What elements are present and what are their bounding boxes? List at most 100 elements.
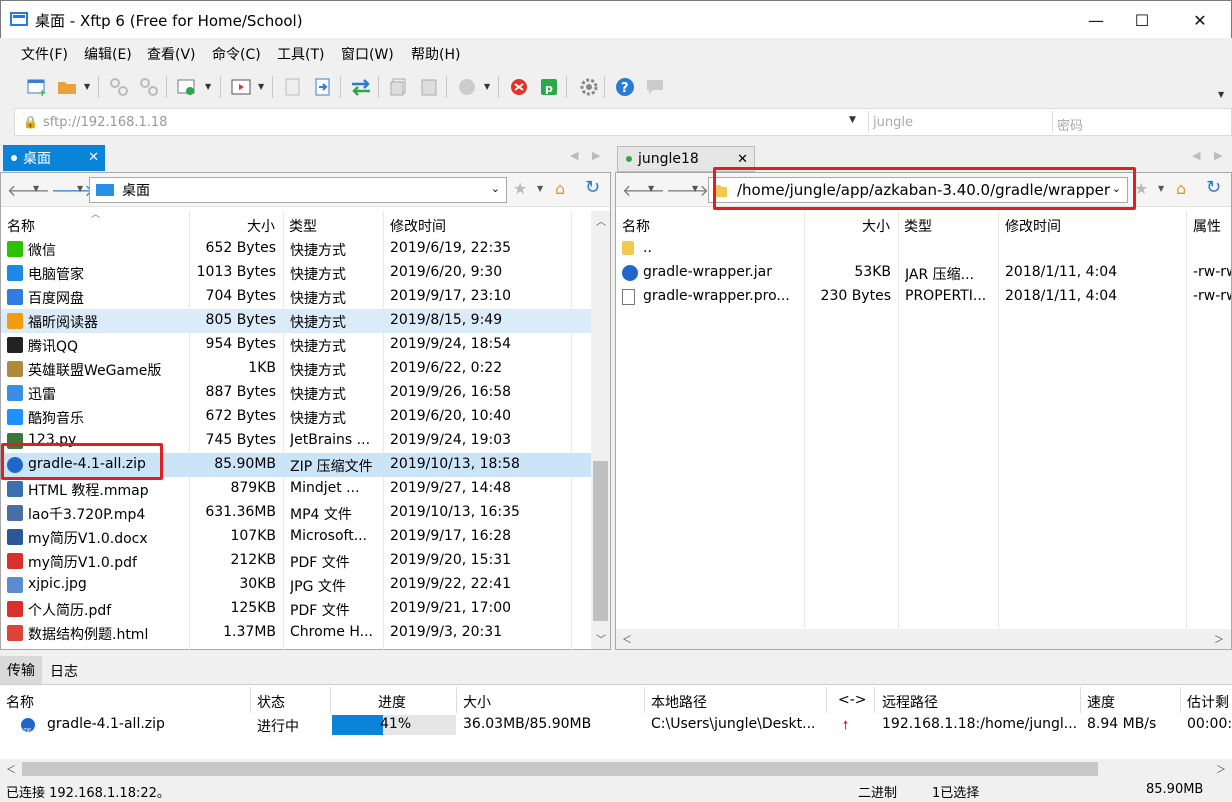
username-input[interactable]: jungle — [873, 115, 913, 130]
column-size[interactable]: 大小 — [247, 216, 275, 236]
download-icon[interactable] — [312, 76, 334, 98]
file-row[interactable]: xjpic.jpg 30KB JPG 文件 2019/9/22, 22:41 — [1, 573, 591, 597]
menu-help[interactable]: 帮助(H) — [411, 44, 460, 64]
tcol-local[interactable]: 本地路径 — [651, 692, 707, 712]
menu-window[interactable]: 窗口(W) — [341, 44, 394, 64]
close-button[interactable]: ✕ — [1177, 1, 1223, 39]
globe-icon[interactable] — [456, 76, 478, 98]
scroll-right-icon[interactable]: ＞ — [1214, 631, 1224, 646]
home-folder-icon[interactable]: ⌂ — [1176, 179, 1186, 198]
connect-icon[interactable] — [108, 76, 130, 98]
tab-log[interactable]: 日志 — [50, 661, 78, 681]
file-row[interactable]: 个人简历.pdf 125KB PDF 文件 2019/9/21, 17:00 — [1, 597, 591, 621]
menu-tools[interactable]: 工具(T) — [277, 44, 324, 64]
file-row[interactable]: .. — [616, 237, 1231, 261]
chevron-down-icon[interactable]: ▼ — [258, 82, 264, 91]
back-arrow-icon[interactable]: 🡐 — [7, 180, 50, 200]
scroll-thumb[interactable] — [22, 762, 1098, 776]
paste-icon[interactable] — [418, 76, 440, 98]
terminal-icon[interactable] — [230, 76, 252, 98]
chevron-down-icon[interactable]: ▼ — [849, 115, 856, 125]
host-input[interactable]: sftp://192.168.1.18 — [43, 115, 167, 130]
file-row[interactable]: 数据结构例题.html 1.37MB Chrome H... 2019/9/3, 20… — [1, 621, 591, 645]
chevron-down-icon[interactable]: ▼ — [33, 184, 39, 193]
tab-scroll-right-icon[interactable]: ▶ — [1214, 149, 1222, 162]
xshell-icon[interactable] — [508, 76, 530, 98]
file-row[interactable]: 酷狗音乐 672 Bytes 快捷方式 2019/6/20, 10:40 — [1, 405, 591, 429]
file-row[interactable]: 福昕阅读器 805 Bytes 快捷方式 2019/8/15, 9:49 — [1, 309, 591, 333]
open-folder-icon[interactable] — [56, 76, 78, 98]
sync-icon[interactable] — [350, 76, 372, 98]
file-row[interactable]: HTML 教程.mmap 879KB Mindjet ... 2019/9/27, 1… — [1, 477, 591, 501]
transfer-h-scrollbar[interactable]: ＜ ＞ — [0, 759, 1232, 779]
file-row[interactable]: gradle-wrapper.jar 53KB JAR 压缩... 2018/1/11… — [616, 261, 1231, 285]
scroll-left-icon[interactable]: ＜ — [6, 761, 16, 776]
tab-local-desktop[interactable]: 桌面 ✕ — [3, 145, 105, 171]
menu-command[interactable]: 命令(C) — [212, 44, 261, 64]
column-type[interactable]: 类型 — [904, 216, 932, 236]
tcol-progress[interactable]: 进度 — [378, 692, 406, 712]
copy-icon[interactable] — [388, 76, 410, 98]
scroll-left-icon[interactable]: ＜ — [622, 631, 632, 646]
chevron-down-icon[interactable]: ▼ — [77, 184, 83, 193]
file-row[interactable]: 电脑管家 1013 Bytes 快捷方式 2019/6/20, 9:30 — [1, 261, 591, 285]
favorite-star-icon[interactable]: ★ — [513, 179, 527, 198]
chevron-down-icon[interactable]: ⌄ — [491, 182, 500, 195]
tab-scroll-right-icon[interactable]: ▶ — [592, 149, 600, 162]
tcol-eta[interactable]: 估计剩 — [1187, 692, 1229, 712]
tcol-direction[interactable]: <-> — [838, 692, 867, 708]
maximize-button[interactable]: ☐ — [1119, 1, 1165, 39]
menu-edit[interactable]: 编辑(E) — [84, 44, 132, 64]
local-scrollbar[interactable]: ︿ ﹀ — [591, 211, 610, 649]
column-type[interactable]: 类型 — [289, 216, 317, 236]
file-row[interactable]: 百度网盘 704 Bytes 快捷方式 2019/9/17, 23:10 — [1, 285, 591, 309]
remote-h-scrollbar[interactable]: ＜ ＞ — [616, 629, 1231, 649]
scroll-thumb[interactable] — [593, 461, 608, 621]
transfer-row[interactable]: ZIP gradle-4.1-all.zip 进行中 41% 36.03MB/8… — [0, 713, 1232, 737]
scroll-up-icon[interactable]: ︿ — [596, 213, 606, 228]
disconnect-icon[interactable] — [138, 76, 160, 98]
file-row[interactable]: lao千3.720P.mp4 631.36MB MP4 文件 2019/10/13, … — [1, 501, 591, 525]
help-icon[interactable]: ? — [614, 76, 636, 98]
forward-arrow-icon[interactable]: 🡒 — [666, 180, 709, 200]
back-arrow-icon[interactable]: 🡐 — [622, 180, 665, 200]
chevron-down-icon[interactable]: ▼ — [1218, 90, 1224, 99]
favorite-star-icon[interactable]: ★ — [1134, 179, 1148, 198]
chevron-down-icon[interactable]: ▼ — [537, 184, 543, 193]
column-size[interactable]: 大小 — [862, 216, 890, 236]
session-settings-icon[interactable] — [176, 76, 198, 98]
upload-icon[interactable] — [282, 76, 304, 98]
minimize-button[interactable]: — — [1073, 1, 1119, 39]
column-mtime[interactable]: 修改时间 — [390, 216, 446, 236]
new-session-icon[interactable]: + — [26, 76, 48, 98]
file-row[interactable]: 迅雷 887 Bytes 快捷方式 2019/9/26, 16:58 — [1, 381, 591, 405]
chevron-down-icon[interactable]: ▼ — [205, 82, 211, 91]
forward-arrow-icon[interactable]: 🡒 — [51, 180, 94, 200]
close-icon[interactable]: ✕ — [737, 152, 748, 167]
menu-view[interactable]: 查看(V) — [147, 44, 196, 64]
tcol-status[interactable]: 状态 — [257, 692, 285, 712]
chevron-down-icon[interactable]: ▼ — [1158, 184, 1164, 193]
scroll-down-icon[interactable]: ﹀ — [596, 631, 606, 646]
column-mtime[interactable]: 修改时间 — [1005, 216, 1061, 236]
refresh-icon[interactable]: ↻ — [585, 177, 600, 198]
home-folder-icon[interactable]: ⌂ — [555, 179, 565, 198]
column-attr[interactable]: 属性 — [1193, 216, 1221, 236]
tcol-name[interactable]: 名称 — [6, 692, 34, 712]
column-name[interactable]: 名称 — [622, 216, 650, 236]
file-row[interactable]: my简历V1.0.docx 107KB Microsoft... 2019/9/17,… — [1, 525, 591, 549]
refresh-icon[interactable]: ↻ — [1206, 177, 1221, 198]
file-row[interactable]: gradle-wrapper.pro... 230 Bytes PROPERTI..… — [616, 285, 1231, 309]
file-row[interactable]: 英雄联盟WeGame版 1KB 快捷方式 2019/6/22, 0:22 — [1, 357, 591, 381]
tab-transfer[interactable]: 传输 — [0, 656, 42, 684]
tab-scroll-left-icon[interactable]: ◀ — [570, 149, 578, 162]
gear-icon[interactable] — [578, 76, 600, 98]
close-icon[interactable]: ✕ — [88, 150, 99, 165]
tcol-remote[interactable]: 远程路径 — [882, 692, 938, 712]
scroll-right-icon[interactable]: ＞ — [1216, 761, 1226, 776]
file-row[interactable]: 腾讯QQ 954 Bytes 快捷方式 2019/9/24, 18:54 — [1, 333, 591, 357]
tcol-size[interactable]: 大小 — [463, 692, 491, 712]
chevron-down-icon[interactable]: ▼ — [484, 82, 490, 91]
tcol-speed[interactable]: 速度 — [1087, 692, 1115, 712]
password-input[interactable]: 密码 — [1057, 115, 1083, 134]
